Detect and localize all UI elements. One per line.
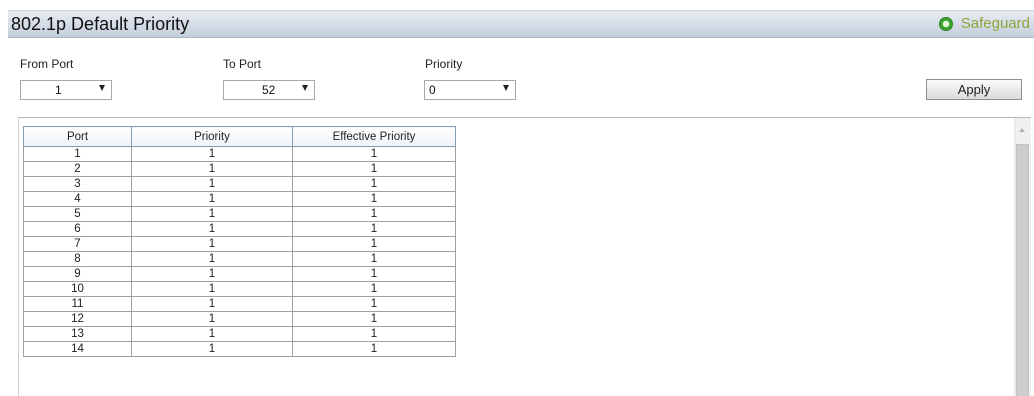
cell-effective-priority: 1 (292, 341, 456, 357)
column-header-priority: Priority (131, 126, 293, 147)
cell-effective-priority: 1 (292, 146, 456, 162)
cell-effective-priority: 1 (292, 281, 456, 297)
cell-effective-priority: 1 (292, 326, 456, 342)
cell-effective-priority: 1 (292, 221, 456, 237)
table-row: 711 (23, 236, 456, 252)
table-row: 13 1 1 (23, 326, 456, 342)
cell-port: 13 (23, 326, 132, 342)
scroll-up-icon[interactable] (1019, 128, 1025, 132)
cell-effective-priority: 1 (292, 191, 456, 207)
table-row: 11 1 1 (23, 296, 456, 312)
cell-priority: 1 (131, 311, 293, 327)
cell-priority: 1 (131, 296, 293, 312)
priority-value: 0 (429, 83, 436, 97)
table-row: 12 1 1 (23, 311, 456, 327)
cell-port: 2 (23, 161, 132, 177)
table-row: 911 (23, 266, 456, 282)
cell-port: 4 (23, 191, 132, 207)
priority-select[interactable]: 0 (424, 80, 516, 100)
cell-effective-priority: 1 (292, 206, 456, 222)
from-port-select[interactable]: 1 (20, 80, 112, 100)
port-priority-table: Port Priority Effective Priority 1112113… (23, 126, 456, 357)
cell-effective-priority: 1 (292, 236, 456, 252)
page: 802.1p Default Priority Safeguard From P… (0, 0, 1034, 396)
safeguard-status-icon (938, 16, 953, 31)
cell-port: 10 (23, 281, 132, 297)
table-row: 311 (23, 176, 456, 192)
cell-priority: 1 (131, 281, 293, 297)
cell-port: 3 (23, 176, 132, 192)
cell-priority: 1 (131, 266, 293, 282)
vertical-scrollbar[interactable] (1014, 118, 1031, 396)
cell-effective-priority: 1 (292, 296, 456, 312)
cell-priority: 1 (131, 191, 293, 207)
cell-port: 8 (23, 251, 132, 267)
cell-priority: 1 (131, 206, 293, 222)
chevron-down-icon (503, 85, 509, 91)
cell-effective-priority: 1 (292, 161, 456, 177)
column-header-port: Port (23, 126, 132, 147)
from-port-value: 1 (55, 83, 62, 97)
cell-effective-priority: 1 (292, 311, 456, 327)
table-row: 14 1 1 (23, 341, 456, 357)
page-title: 802.1p Default Priority (11, 14, 190, 34)
table-header-row: Port Priority Effective Priority (23, 126, 456, 147)
to-port-select[interactable]: 52 (223, 80, 315, 100)
priority-label: Priority (425, 57, 463, 71)
table-row: 411 (23, 191, 456, 207)
title-bar: 802.1p Default Priority Safeguard (8, 10, 1034, 38)
chevron-down-icon (302, 85, 308, 91)
cell-priority: 1 (131, 251, 293, 267)
table-row: 111 (23, 146, 456, 162)
port-priority-table-panel: Port Priority Effective Priority 1112113… (18, 117, 1031, 396)
cell-priority: 1 (131, 236, 293, 252)
safeguard-label: Safeguard (960, 15, 1030, 32)
cell-port: 11 (23, 296, 132, 312)
cell-port: 14 (23, 341, 132, 357)
cell-port: 6 (23, 221, 132, 237)
table-row: 10 1 1 (23, 281, 456, 297)
scrollbar-thumb[interactable] (1016, 144, 1029, 396)
table-row: 211 (23, 161, 456, 177)
cell-effective-priority: 1 (292, 251, 456, 267)
column-header-effective-priority: Effective Priority (292, 126, 456, 147)
chevron-down-icon (99, 85, 105, 91)
safeguard-indicator: Safeguard (938, 15, 1030, 32)
table-row: 811 (23, 251, 456, 267)
cell-priority: 1 (131, 176, 293, 192)
from-port-label: From Port (20, 57, 74, 71)
cell-priority: 1 (131, 326, 293, 342)
cell-priority: 1 (131, 341, 293, 357)
cell-port: 12 (23, 311, 132, 327)
to-port-value: 52 (262, 83, 276, 97)
cell-effective-priority: 1 (292, 176, 456, 192)
apply-button[interactable]: Apply (926, 79, 1022, 100)
to-port-label: To Port (223, 57, 262, 71)
cell-port: 5 (23, 206, 132, 222)
cell-port: 7 (23, 236, 132, 252)
cell-port: 1 (23, 146, 132, 162)
table-row: 511 (23, 206, 456, 222)
table-row: 611 (23, 221, 456, 237)
cell-port: 9 (23, 266, 132, 282)
cell-effective-priority: 1 (292, 266, 456, 282)
cell-priority: 1 (131, 221, 293, 237)
cell-priority: 1 (131, 146, 293, 162)
cell-priority: 1 (131, 161, 293, 177)
